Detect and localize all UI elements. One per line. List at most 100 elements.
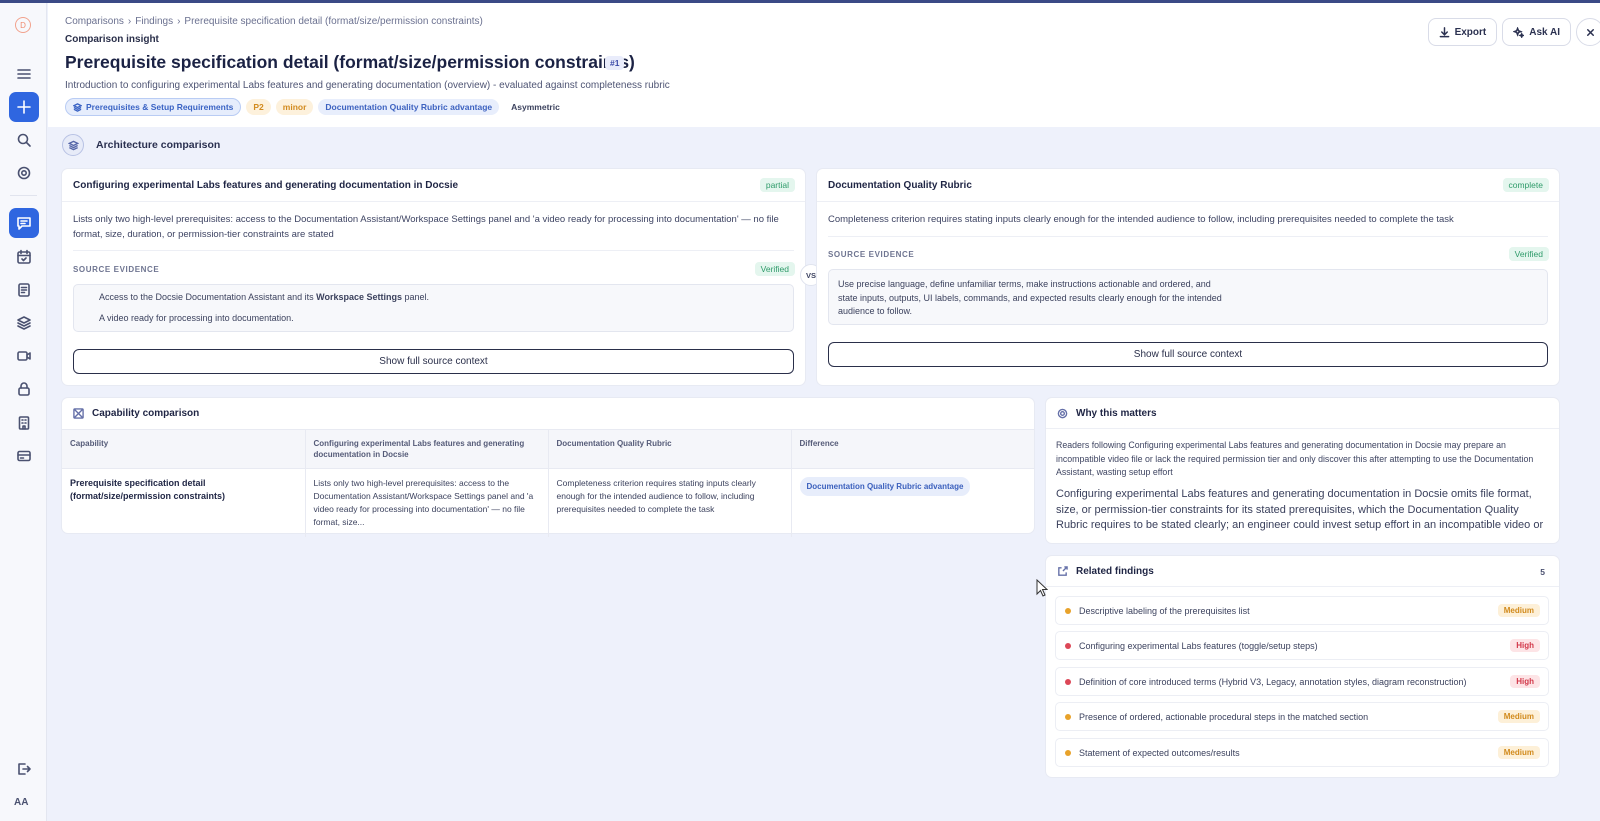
- link-arrow-icon: [1058, 566, 1068, 576]
- card-icon[interactable]: [9, 441, 39, 471]
- capability-panel-header: Capability comparison: [73, 408, 199, 419]
- right-source-card: Documentation Quality Rubric complete Co…: [817, 169, 1559, 385]
- architecture-section-header: Architecture comparison: [62, 134, 220, 156]
- breadcrumb: Comparisons › Findings › Prerequisite sp…: [65, 16, 483, 27]
- symmetry-tag: Asymmetric: [511, 102, 560, 112]
- plus-icon[interactable]: [9, 92, 39, 122]
- download-icon: [1439, 26, 1449, 37]
- right-card-summary: Completeness criterion requires stating …: [828, 214, 1454, 225]
- severity-dot: [1065, 642, 1071, 649]
- right-value-cell: Completeness criterion requires stating …: [547, 468, 791, 537]
- page-header: Comparisons › Findings › Prerequisite sp…: [48, 3, 1600, 127]
- evidence-text: panel.: [401, 292, 430, 302]
- severity-badge: High: [1510, 639, 1540, 652]
- breadcrumb-findings[interactable]: Findings: [135, 16, 173, 27]
- severity-dot: [1065, 678, 1071, 685]
- layers-icon[interactable]: [9, 308, 39, 338]
- logout-icon[interactable]: [9, 754, 39, 784]
- left-card-title: Configuring experimental Labs features a…: [73, 180, 459, 191]
- font-size-toggle[interactable]: AA: [14, 797, 28, 808]
- why-panel-title: Why this matters: [1076, 408, 1157, 419]
- column-header: Capability: [62, 429, 305, 469]
- related-finding-item[interactable]: Definition of core introduced terms (Hyb…: [1055, 667, 1549, 696]
- evidence-line: state inputs, outputs, UI labels, comman…: [838, 292, 1222, 303]
- ask-ai-button-label: Ask AI: [1529, 26, 1560, 38]
- ask-ai-button[interactable]: Ask AI: [1502, 18, 1571, 46]
- show-full-source-context-button[interactable]: Show full source context: [828, 342, 1548, 367]
- related-finding-item[interactable]: Descriptive labeling of the prerequisite…: [1055, 596, 1549, 625]
- video-icon[interactable]: [9, 341, 39, 371]
- calendar-icon[interactable]: [9, 242, 39, 272]
- layers-icon: [62, 134, 84, 156]
- related-panel-title: Related findings: [1076, 566, 1154, 577]
- layers-icon: [73, 102, 82, 112]
- divider: [73, 250, 794, 251]
- category-tag[interactable]: Prerequisites & Setup Requirements: [65, 98, 242, 116]
- compare-icon: [73, 408, 84, 419]
- divider: [1046, 586, 1559, 587]
- lock-icon[interactable]: [9, 374, 39, 404]
- divider: [817, 201, 1559, 202]
- close-icon: [1586, 28, 1594, 36]
- breadcrumb-comparisons[interactable]: Comparisons: [65, 16, 124, 27]
- related-finding-label: Descriptive labeling of the prerequisite…: [1079, 605, 1250, 616]
- related-finding-item[interactable]: Configuring experimental Labs features (…: [1055, 631, 1549, 660]
- related-count: 5: [1540, 567, 1545, 577]
- left-card-summary: Lists only two high-level prerequisites:…: [73, 214, 779, 240]
- tag-row: Prerequisites & Setup Requirements P2 mi…: [65, 98, 567, 116]
- capability-panel-title: Capability comparison: [92, 408, 200, 419]
- menu-icon[interactable]: [9, 59, 39, 89]
- related-finding-item[interactable]: Statement of expected outcomes/results M…: [1055, 738, 1549, 767]
- table-header-row: Capability Configuring experimental Labs…: [62, 429, 1034, 469]
- severity-badge: Medium: [1497, 746, 1540, 759]
- settings-icon[interactable]: [9, 158, 39, 188]
- divider: [62, 201, 805, 202]
- search-icon[interactable]: [9, 125, 39, 155]
- breadcrumb-separator: ›: [127, 16, 132, 27]
- logo-icon[interactable]: D: [15, 17, 31, 33]
- source-evidence-label: SOURCE EVIDENCE: [828, 250, 915, 259]
- advantage-tag: Documentation Quality Rubric advantage: [318, 99, 500, 115]
- column-header: Documentation Quality Rubric: [547, 429, 791, 469]
- column-header: Difference: [790, 429, 1034, 469]
- category-tag-label: Prerequisites & Setup Requirements: [86, 102, 234, 112]
- severity-badge: High: [1510, 675, 1540, 688]
- related-finding-label: Configuring experimental Labs features (…: [1079, 640, 1318, 651]
- evidence-line: audience to follow.: [838, 306, 913, 316]
- right-evidence-box: Use precise language, define unfamiliar …: [828, 269, 1548, 325]
- sparkle-icon: [1513, 26, 1525, 38]
- column-header: Configuring experimental Labs features a…: [304, 429, 548, 469]
- evidence-text: Access to the Docsie Documentation Assis…: [99, 292, 317, 302]
- difference-cell: Documentation Quality Rubric advantage: [790, 468, 1034, 537]
- verified-badge: Verified: [1508, 247, 1549, 261]
- severity-dot: [1065, 713, 1071, 720]
- document-icon[interactable]: [9, 275, 39, 305]
- close-button[interactable]: [1576, 18, 1600, 46]
- sidebar-divider: [10, 195, 37, 196]
- chat-icon[interactable]: [9, 208, 39, 238]
- export-button-label: Export: [1454, 26, 1487, 38]
- table-row[interactable]: Prerequisite specification detail (forma…: [62, 468, 1034, 537]
- left-value-cell: Lists only two high-level prerequisites:…: [304, 468, 548, 537]
- related-finding-item[interactable]: Presence of ordered, actionable procedur…: [1055, 702, 1549, 731]
- page-title: Prerequisite specification detail (forma…: [65, 52, 635, 72]
- divider: [1046, 428, 1559, 429]
- source-evidence-label: SOURCE EVIDENCE: [73, 265, 160, 274]
- evidence-line: Use precise language, define unfamiliar …: [838, 279, 1211, 289]
- evidence-line: A video ready for processing into docume…: [99, 312, 294, 323]
- export-button[interactable]: Export: [1427, 18, 1498, 46]
- building-icon[interactable]: [9, 408, 39, 438]
- capability-cell: Prerequisite specification detail (forma…: [70, 478, 226, 501]
- left-evidence-box: Access to the Docsie Documentation Assis…: [73, 284, 794, 332]
- why-panel-header: Why this matters: [1057, 408, 1157, 419]
- show-full-source-context-button[interactable]: Show full source context: [73, 349, 794, 374]
- related-finding-label: Statement of expected outcomes/results: [1079, 747, 1240, 758]
- mouse-cursor-icon: [1036, 579, 1048, 597]
- impact-summary: Readers following Configuring experiment…: [1056, 440, 1534, 477]
- status-badge: complete: [1502, 178, 1549, 192]
- severity-dot: [1065, 607, 1071, 614]
- breadcrumb-current: Prerequisite specification detail (forma…: [184, 16, 483, 27]
- impact-detail: Configuring experimental Labs features a…: [1056, 488, 1544, 531]
- evidence-bold-text: Workspace Settings: [316, 292, 402, 302]
- architecture-title: Architecture comparison: [96, 139, 221, 151]
